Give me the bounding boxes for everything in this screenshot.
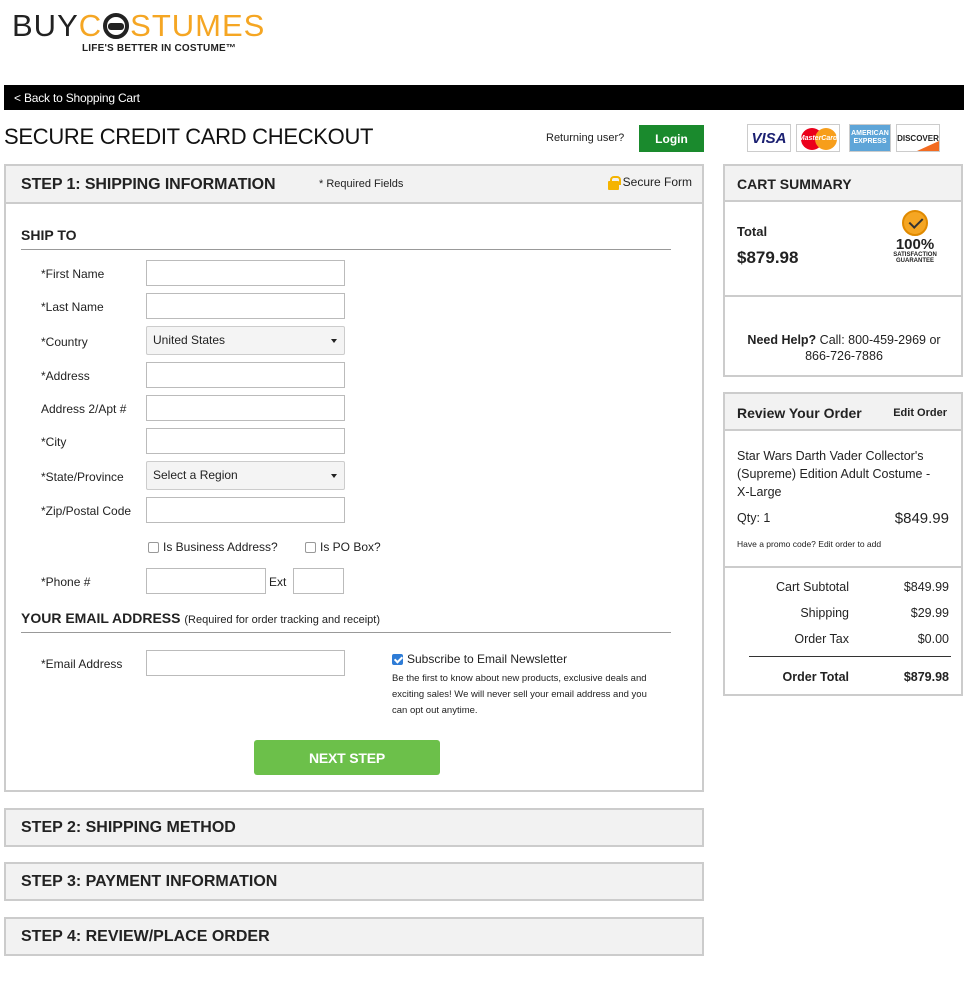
ext-label: Ext	[269, 575, 287, 589]
checkbox-checked-icon	[392, 653, 403, 665]
logo[interactable]: BUYC STUMES LIFE'S BETTER IN COSTUME™	[12, 10, 282, 60]
logo-prefix: BUY	[12, 8, 79, 43]
visa-icon: VISA	[747, 124, 791, 152]
cart-summary-header: CART SUMMARY	[725, 166, 961, 202]
step4-title: STEP 4: REVIEW/PLACE ORDER	[21, 928, 270, 945]
logo-tagline: LIFE'S BETTER IN COSTUME™	[82, 43, 237, 54]
discover-icon: DISCOVER	[896, 124, 940, 152]
item-name: Star Wars Darth Vader Collector's (Supre…	[737, 449, 931, 499]
address-label: *Address	[41, 369, 90, 383]
step1-header: STEP 1: SHIPPING INFORMATION * Required …	[6, 166, 702, 204]
last-name-input[interactable]	[146, 293, 345, 319]
zip-label: *Zip/Postal Code	[41, 504, 132, 518]
step3-title: STEP 3: PAYMENT INFORMATION	[21, 873, 278, 890]
address-input[interactable]	[146, 362, 345, 388]
cart-summary-title: CART SUMMARY	[737, 176, 852, 192]
phone-input[interactable]	[146, 568, 266, 594]
promo-note: Have a promo code? Edit order to add	[737, 539, 882, 549]
logo-c: C	[78, 8, 103, 43]
returning-user-label: Returning user?	[546, 132, 625, 144]
checkmark-badge-icon	[902, 210, 928, 236]
address2-label: Address 2/Apt #	[41, 402, 127, 416]
country-label: *Country	[41, 335, 88, 349]
amex-icon: AMERICAN EXPRESS	[849, 124, 891, 152]
login-button[interactable]: Login	[639, 125, 704, 152]
first-name-input[interactable]	[146, 260, 345, 286]
divider	[725, 295, 961, 297]
edit-order-link[interactable]: Edit Order	[893, 407, 947, 419]
item-price: $849.99	[894, 510, 949, 527]
next-step-button[interactable]: NEXT STEP	[254, 740, 440, 775]
newsletter-description: Be the first to know about new products,…	[392, 673, 647, 716]
phone-label: *Phone #	[41, 575, 91, 589]
city-input[interactable]	[146, 428, 345, 454]
email-label: *Email Address	[41, 657, 123, 671]
lock-icon	[607, 175, 621, 190]
review-order-title: Review Your Order	[737, 405, 862, 421]
step3-panel[interactable]: STEP 3: PAYMENT INFORMATION	[4, 862, 704, 901]
satisfaction-guarantee: 100% SATISFACTION GUARANTEE	[887, 210, 943, 270]
cart-summary-panel: CART SUMMARY Total $879.98 100% SATISFAC…	[723, 164, 963, 377]
state-select[interactable]: Select a Region	[146, 461, 345, 490]
payment-cards: VISA MasterCard AMERICAN EXPRESS DISCOVE…	[745, 124, 941, 154]
email-input[interactable]	[146, 650, 345, 676]
country-select[interactable]: United States	[146, 326, 345, 355]
review-order-panel: Review Your Order Edit Order Star Wars D…	[723, 392, 963, 696]
item-qty: Qty: 1	[737, 511, 771, 525]
mask-icon	[103, 13, 130, 39]
step1-panel: STEP 1: SHIPPING INFORMATION * Required …	[4, 164, 704, 792]
step4-panel[interactable]: STEP 4: REVIEW/PLACE ORDER	[4, 917, 704, 956]
chevron-down-icon	[331, 474, 337, 478]
step1-title: STEP 1: SHIPPING INFORMATION	[21, 176, 276, 193]
first-name-label: *First Name	[41, 267, 105, 281]
state-label: *State/Province	[41, 470, 124, 484]
help-text: Need Help? Call: 800-459-2969 or 866-726…	[747, 333, 941, 363]
step2-title: STEP 2: SHIPPING METHOD	[21, 819, 236, 836]
chevron-down-icon	[331, 339, 337, 343]
divider	[749, 656, 951, 657]
logo-suffix: STUMES	[130, 8, 266, 43]
ship-to-heading: SHIP TO	[21, 227, 671, 250]
required-fields-note: * Required Fields	[319, 178, 404, 190]
newsletter-checkbox[interactable]: Subscribe to Email Newsletter	[392, 652, 567, 666]
address2-input[interactable]	[146, 395, 345, 421]
total-label: Total	[737, 224, 768, 239]
step2-panel[interactable]: STEP 2: SHIPPING METHOD	[4, 808, 704, 847]
total-value: $879.98	[737, 248, 799, 267]
review-order-header: Review Your Order Edit Order	[725, 394, 961, 431]
po-box-checkbox[interactable]: Is PO Box?	[305, 540, 381, 554]
checkbox-icon	[305, 541, 316, 553]
zip-input[interactable]	[146, 497, 345, 523]
mastercard-icon: MasterCard	[796, 124, 840, 152]
divider	[725, 566, 961, 568]
back-bar: < Back to Shopping Cart	[4, 85, 964, 110]
checkbox-icon	[148, 541, 159, 553]
secure-form-label: Secure Form	[607, 175, 692, 190]
page-title: SECURE CREDIT CARD CHECKOUT	[4, 124, 374, 149]
city-label: *City	[41, 435, 67, 449]
back-to-cart-link[interactable]: < Back to Shopping Cart	[14, 91, 140, 105]
business-address-checkbox[interactable]: Is Business Address?	[148, 540, 278, 554]
last-name-label: *Last Name	[41, 300, 104, 314]
ext-input[interactable]	[293, 568, 344, 594]
logo-wordmark: BUYC STUMES	[12, 10, 282, 42]
email-heading: YOUR EMAIL ADDRESS (Required for order t…	[21, 610, 671, 633]
